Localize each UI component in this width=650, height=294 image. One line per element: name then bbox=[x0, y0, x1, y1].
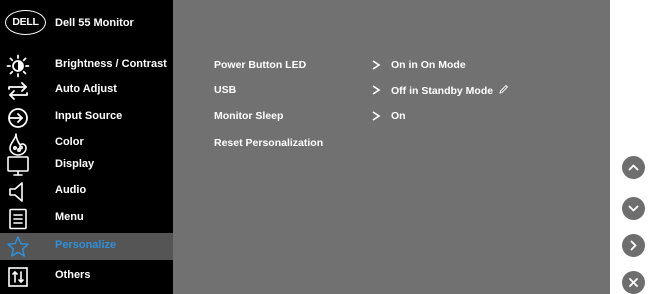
option-value-monitor-sleep[interactable]: On bbox=[391, 110, 406, 122]
input-source-icon bbox=[8, 108, 28, 128]
menu-label-others: Others bbox=[55, 269, 91, 281]
audio-icon bbox=[9, 182, 23, 202]
option-label-usb[interactable]: USB bbox=[214, 84, 236, 96]
chevron-up-icon bbox=[628, 164, 639, 171]
chevron-right-icon bbox=[372, 60, 381, 70]
menu-item-auto-adjust[interactable]: Auto Adjust bbox=[0, 77, 173, 104]
pencil-icon bbox=[499, 84, 509, 94]
menu-item-display[interactable]: Display bbox=[0, 152, 173, 179]
monitor-osd: DELL Dell 55 Monitor Brightness / Contra… bbox=[0, 0, 610, 294]
menu-label-menu: Menu bbox=[55, 211, 84, 223]
menu-item-input-source[interactable]: Input Source bbox=[0, 104, 173, 131]
menu-label-personalize: Personalize bbox=[55, 239, 117, 251]
menu-icon bbox=[9, 208, 27, 230]
chevron-right-icon bbox=[372, 85, 381, 95]
option-label-power-button-led[interactable]: Power Button LED bbox=[214, 59, 306, 71]
select-button[interactable] bbox=[622, 234, 645, 257]
chevron-right-icon bbox=[372, 111, 381, 121]
option-value-usb[interactable]: Off in Standby Mode bbox=[391, 84, 509, 97]
auto-adjust-icon bbox=[8, 82, 28, 100]
menu-item-menu[interactable]: Menu bbox=[0, 205, 173, 232]
option-value-power-button-led[interactable]: On in On Mode bbox=[391, 59, 466, 71]
option-value-usb-text: Off in Standby Mode bbox=[391, 85, 494, 97]
monitor-name: Dell 55 Monitor bbox=[55, 17, 134, 29]
option-label-monitor-sleep[interactable]: Monitor Sleep bbox=[214, 110, 283, 122]
menu-item-brightness-contrast[interactable]: Brightness / Contrast bbox=[0, 52, 173, 79]
osd-sidebar: DELL Dell 55 Monitor Brightness / Contra… bbox=[0, 0, 173, 294]
exit-button[interactable] bbox=[622, 271, 645, 294]
menu-label-auto-adjust: Auto Adjust bbox=[55, 83, 117, 95]
menu-label-audio: Audio bbox=[55, 184, 87, 196]
menu-item-personalize[interactable]: Personalize bbox=[0, 233, 173, 260]
chevron-down-icon bbox=[628, 205, 639, 212]
up-button[interactable] bbox=[622, 156, 645, 179]
menu-label-input-source: Input Source bbox=[55, 110, 123, 122]
personalize-panel: Power Button LED On in On Mode USB Off i… bbox=[173, 0, 610, 294]
down-button[interactable] bbox=[622, 197, 645, 220]
menu-item-others[interactable]: Others bbox=[0, 263, 173, 290]
menu-label-display: Display bbox=[55, 158, 95, 170]
brightness-icon bbox=[6, 54, 30, 78]
close-icon bbox=[629, 278, 638, 287]
menu-label-color: Color bbox=[55, 136, 84, 148]
option-label-reset-personalization[interactable]: Reset Personalization bbox=[214, 137, 323, 149]
menu-label-brightness-contrast: Brightness / Contrast bbox=[55, 58, 167, 70]
star-icon bbox=[7, 236, 29, 257]
chevron-right-icon bbox=[630, 240, 637, 251]
menu-item-audio[interactable]: Audio bbox=[0, 178, 173, 205]
display-icon bbox=[7, 156, 29, 176]
others-icon bbox=[8, 267, 28, 287]
dell-logo: DELL bbox=[5, 10, 46, 35]
